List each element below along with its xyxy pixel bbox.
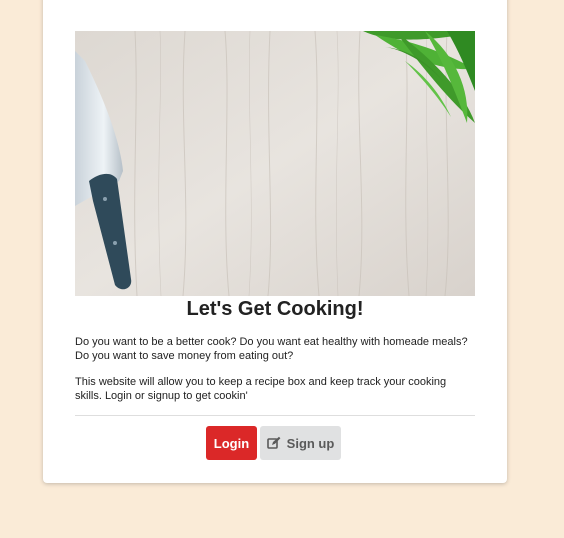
hero-image — [75, 31, 475, 296]
login-button[interactable]: Login — [206, 426, 257, 460]
hero-image-art — [75, 31, 475, 296]
signup-button[interactable]: Sign up — [260, 426, 341, 460]
signup-label: Sign up — [286, 435, 335, 451]
page-title: Let's Get Cooking! — [186, 298, 364, 320]
edit-icon — [266, 436, 281, 450]
description-paragraph: This website will allow you to keep a re… — [75, 376, 447, 402]
welcome-card: Let's Get Cooking! Do you want to be a b… — [43, 0, 507, 483]
divider — [75, 415, 475, 416]
intro-paragraph: Do you want to be a better cook? Do you … — [75, 336, 468, 362]
